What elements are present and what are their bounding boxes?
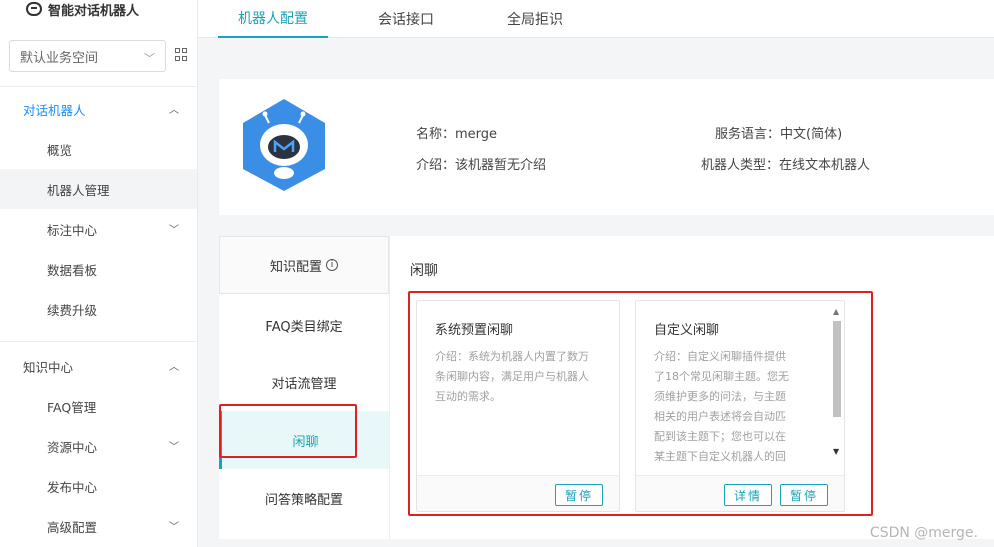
knowledge-config-header: 知识配置 i bbox=[219, 236, 389, 294]
app-logo: 智能对话机器人 bbox=[26, 0, 140, 19]
grid-icon[interactable] bbox=[175, 48, 188, 61]
knowledge-config-menu: 知识配置 i FAQ类目绑定 对话流管理 闲聊 问答策略配置 bbox=[219, 236, 389, 539]
sidebar-item-faq[interactable]: FAQ管理 bbox=[0, 386, 197, 426]
info-icon[interactable]: i bbox=[326, 259, 338, 271]
menu-item-faq-binding[interactable]: FAQ类目绑定 bbox=[219, 296, 389, 354]
sidebar-item-advanced[interactable]: 高级配置 ﹀ bbox=[0, 506, 197, 546]
app-title: 智能对话机器人 bbox=[48, 3, 140, 19]
highlight-box-chitchat-menu bbox=[219, 404, 357, 458]
chevron-up-icon: ︿ bbox=[169, 362, 179, 373]
bot-type: 机器人类型：在线文本机器人 bbox=[701, 158, 871, 173]
tab-global-reject[interactable]: 全局拒识 bbox=[507, 0, 563, 38]
tab-bot-config[interactable]: 机器人配置 bbox=[218, 0, 328, 38]
sidebar-item-resources[interactable]: 资源中心 ﹀ bbox=[0, 426, 197, 466]
workspace-label: 默认业务空间 bbox=[20, 50, 99, 66]
sidebar-item-publish[interactable]: 发布中心 bbox=[0, 466, 197, 506]
sidebar-group-dialog-bot[interactable]: 对话机器人 ︿ bbox=[0, 89, 197, 129]
divider bbox=[0, 86, 198, 87]
menu-item-qa-strategy[interactable]: 问答策略配置 bbox=[219, 469, 389, 527]
bot-name: 名称：merge bbox=[416, 127, 498, 142]
sidebar-item-overview[interactable]: 概览 bbox=[0, 129, 197, 169]
chevron-down-icon: ﹀ bbox=[169, 225, 179, 236]
chevron-down-icon: ﹀ bbox=[144, 52, 155, 65]
tab-session-api[interactable]: 会话接口 bbox=[378, 0, 434, 38]
sidebar-item-annotation[interactable]: 标注中心 ﹀ bbox=[0, 209, 197, 249]
watermark: CSDN @merge. bbox=[869, 525, 978, 541]
bot-intro: 介绍：该机器暂无介绍 bbox=[416, 158, 547, 173]
sidebar-group-knowledge[interactable]: 知识中心 ︿ bbox=[0, 346, 197, 386]
sidebar-item-dashboard[interactable]: 数据看板 bbox=[0, 249, 197, 289]
sidebar: 智能对话机器人 默认业务空间 ﹀ 对话机器人 ︿ 概览 机器人管理 标注中心 ﹀… bbox=[0, 0, 198, 547]
sidebar-item-bot-management[interactable]: 机器人管理 bbox=[0, 169, 197, 209]
bot-avatar-icon bbox=[243, 99, 325, 191]
highlight-box-chitchat-cards bbox=[408, 291, 873, 516]
robot-logo-icon bbox=[26, 2, 42, 16]
chevron-down-icon: ﹀ bbox=[169, 522, 179, 533]
chevron-up-icon: ︿ bbox=[169, 105, 179, 116]
bot-profile-card: 名称：merge 介绍：该机器暂无介绍 服务语言：中文(简体) 机器人类型：在线… bbox=[219, 79, 994, 215]
divider bbox=[0, 341, 198, 342]
top-tabs: 机器人配置 会话接口 全局拒识 bbox=[198, 0, 994, 38]
bot-language: 服务语言：中文(简体) bbox=[715, 127, 843, 142]
workspace-select[interactable]: 默认业务空间 ﹀ bbox=[9, 40, 166, 72]
menu-item-dialog-flow[interactable]: 对话流管理 bbox=[219, 353, 389, 411]
section-title: 闲聊 bbox=[410, 263, 438, 279]
chevron-down-icon: ﹀ bbox=[169, 442, 179, 453]
sidebar-item-renew[interactable]: 续费升级 bbox=[0, 289, 197, 329]
